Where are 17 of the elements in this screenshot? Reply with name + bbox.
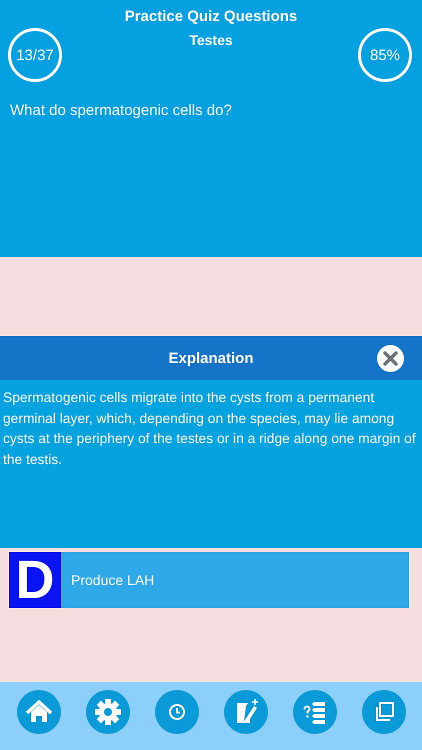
screen-title: Practice Quiz Questions: [124, 8, 298, 25]
close-icon[interactable]: [377, 345, 404, 372]
topic-title: Testes: [189, 32, 233, 48]
copy-icon[interactable]: [362, 690, 406, 734]
option-letter: D: [9, 552, 61, 608]
explanation-title: Explanation: [168, 350, 254, 366]
question-text: What do spermatogenic cells do?: [9, 102, 233, 119]
notepad-pencil-icon[interactable]: [224, 690, 268, 734]
settings-icon[interactable]: [86, 690, 130, 734]
option-text: Produce LAH: [71, 572, 154, 588]
home-icon[interactable]: [16, 690, 60, 734]
clock-icon[interactable]: [154, 690, 198, 734]
answer-option[interactable]: D Produce LAH: [9, 552, 409, 608]
score-percent: 85%: [358, 28, 412, 82]
progress-counter: 13/37: [8, 28, 62, 82]
explanation-text: Spermatogenic cells migrate into the cysts from a permanent germinal layer, which, depending on the species, may lie among cysts at the periphery of the testes or in a ridge along one margin of the testis.: [3, 390, 416, 466]
question-list-icon[interactable]: [292, 690, 336, 734]
